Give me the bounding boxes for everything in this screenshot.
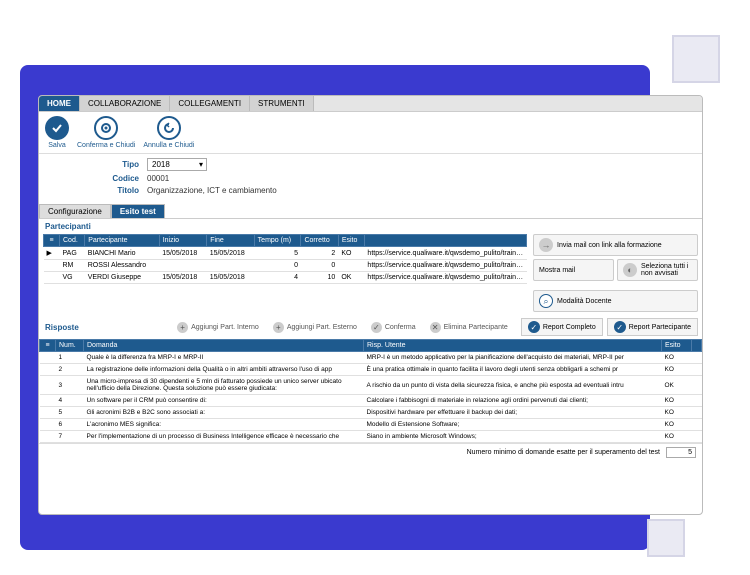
risposte-title: Risposte xyxy=(39,320,85,335)
cancel-close-button[interactable]: Annulla e Chiudi xyxy=(143,116,194,149)
form-section: Tipo 2018▾ Codice 00001 Titolo Organizza… xyxy=(39,154,702,202)
plus-icon: + xyxy=(177,322,188,333)
confirm-icon xyxy=(94,116,118,140)
aggiungi-esterno-button[interactable]: +Aggiungi Part. Esterno xyxy=(268,320,362,335)
toolbar: Salva Conferma e Chiudi Annulla e Chiudi xyxy=(39,112,702,154)
confirm-close-button[interactable]: Conferma e Chiudi xyxy=(77,116,135,149)
footer: Numero minimo di domande esatte per il s… xyxy=(39,443,702,461)
col-fine[interactable]: Fine xyxy=(207,235,254,247)
col-esito[interactable]: Esito xyxy=(338,235,364,247)
table-row[interactable]: 7Per l'implementazione di un processo di… xyxy=(40,431,702,443)
footer-label: Numero minimo di domande esatte per il s… xyxy=(467,449,660,456)
tab-colleg[interactable]: COLLEGAMENTI xyxy=(170,96,250,111)
search-icon: ⌕ xyxy=(539,294,553,308)
table-row[interactable]: 4Un software per il CRM può consentire d… xyxy=(40,395,702,407)
delete-icon: ✕ xyxy=(430,322,441,333)
col-esito[interactable]: Esito xyxy=(662,340,692,352)
check-icon xyxy=(45,116,69,140)
check-icon: ✓ xyxy=(371,322,382,333)
report-partecipante-button[interactable]: ✓Report Partecipante xyxy=(607,318,698,336)
tab-esito[interactable]: Esito test xyxy=(111,204,165,218)
table-row[interactable]: RMROSSI Alessandro00https://service.qual… xyxy=(44,260,527,272)
codice-value: 00001 xyxy=(147,174,169,183)
table-row[interactable]: 6L'acronimo MES significa:Modello di Est… xyxy=(40,419,702,431)
table-row[interactable]: VGVERDI Giuseppe15/05/201815/05/2018410O… xyxy=(44,272,527,284)
partecipanti-table: ≡ Cod. Partecipante Inizio Fine Tempo (m… xyxy=(43,234,527,284)
col-corretto[interactable]: Corretto xyxy=(301,235,338,247)
docente-button[interactable]: ⌕Modalità Docente xyxy=(533,290,698,312)
tab-strum[interactable]: STRUMENTI xyxy=(250,96,314,111)
col-risp[interactable]: Risp. Utente xyxy=(364,340,662,352)
col-inizio[interactable]: Inizio xyxy=(159,235,206,247)
table-menu-icon[interactable]: ≡ xyxy=(44,235,60,247)
tipo-label: Tipo xyxy=(99,160,139,169)
mostra-mail-button[interactable]: Mostra mail xyxy=(533,259,614,281)
col-domanda[interactable]: Domanda xyxy=(84,340,364,352)
app-window: HOME COLLABORAZIONE COLLEGAMENTI STRUMEN… xyxy=(38,95,703,515)
col-tempo[interactable]: Tempo (m) xyxy=(254,235,301,247)
col-part[interactable]: Partecipante xyxy=(85,235,159,247)
seleziona-button[interactable]: ◐Seleziona tutti i non avvisati xyxy=(617,259,698,281)
elimina-button[interactable]: ✕Elimina Partecipante xyxy=(425,320,513,335)
min-domande-input[interactable] xyxy=(666,447,696,458)
col-cod[interactable]: Cod. xyxy=(60,235,85,247)
cancel-icon xyxy=(157,116,181,140)
sub-tabs: Configurazione Esito test xyxy=(39,204,702,219)
tab-config[interactable]: Configurazione xyxy=(39,204,111,218)
save-button[interactable]: Salva xyxy=(45,116,69,149)
codice-label: Codice xyxy=(99,174,139,183)
conferma-button[interactable]: ✓Conferma xyxy=(366,320,421,335)
plus-icon: + xyxy=(273,322,284,333)
invia-mail-button[interactable]: →Invia mail con link alla formazione xyxy=(533,234,698,256)
check-icon: ✓ xyxy=(614,321,626,333)
table-row[interactable]: 2La registrazione delle informazioni del… xyxy=(40,364,702,376)
tab-home[interactable]: HOME xyxy=(39,96,80,111)
partecipanti-title: Partecipanti xyxy=(39,219,702,234)
tab-collab[interactable]: COLLABORAZIONE xyxy=(80,96,170,111)
table-row[interactable]: 3Una micro-impresa di 30 dipendenti e 5 … xyxy=(40,376,702,395)
arrow-right-icon: → xyxy=(539,238,553,252)
table-menu-icon[interactable]: ≡ xyxy=(40,340,56,352)
aggiungi-interno-button[interactable]: +Aggiungi Part. Interno xyxy=(172,320,264,335)
tipo-select[interactable]: 2018▾ xyxy=(147,158,207,171)
titolo-value: Organizzazione, ICT e cambiamento xyxy=(147,186,277,195)
main-tabs: HOME COLLABORAZIONE COLLEGAMENTI STRUMEN… xyxy=(39,96,702,112)
table-row[interactable]: ▶PAGBIANCHI Mario15/05/201815/05/201852K… xyxy=(44,247,527,260)
risposte-table: ≡ Num. Domanda Risp. Utente Esito 1Quale… xyxy=(39,339,702,443)
check-icon: ✓ xyxy=(528,321,540,333)
table-row[interactable]: 5Gli acronimi B2B e B2C sono associati a… xyxy=(40,407,702,419)
report-completo-button[interactable]: ✓Report Completo xyxy=(521,318,603,336)
titolo-label: Titolo xyxy=(99,186,139,195)
table-row[interactable]: 1Quale è la differenza fra MRP-I e MRP-I… xyxy=(40,352,702,364)
select-icon: ◐ xyxy=(623,263,637,277)
col-num[interactable]: Num. xyxy=(56,340,84,352)
